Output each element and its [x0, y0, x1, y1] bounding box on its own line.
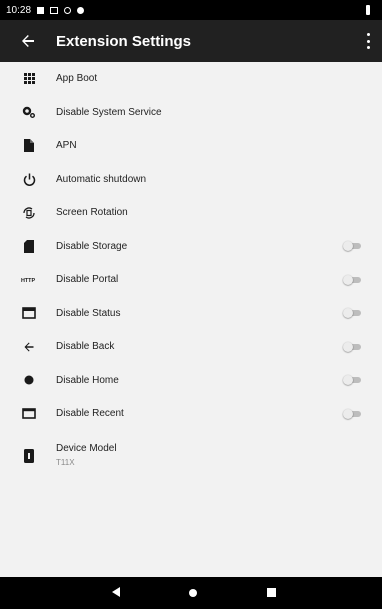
setting-disable-home[interactable]: Disable Home — [0, 364, 382, 398]
sd-card-icon — [21, 238, 37, 254]
setting-label: Screen Rotation — [56, 207, 128, 219]
recent-window-icon — [21, 406, 37, 422]
battery-icon — [366, 5, 370, 15]
settings-list: App Boot Disable System Service APN Auto… — [0, 62, 382, 481]
disable-recent-toggle[interactable] — [343, 408, 361, 419]
nav-home-icon[interactable] — [189, 589, 197, 597]
setting-label: App Boot — [56, 73, 98, 85]
disable-home-toggle[interactable] — [343, 375, 361, 386]
nav-back-icon[interactable] — [112, 587, 120, 597]
status-time: 10:28 — [6, 4, 32, 16]
setting-label: Disable Back — [56, 341, 115, 353]
notification-icon — [50, 6, 59, 14]
device-info-icon — [21, 448, 37, 464]
navigation-bar — [0, 577, 382, 609]
setting-disable-status[interactable]: Disable Status — [0, 297, 382, 331]
disable-storage-toggle[interactable] — [343, 241, 361, 252]
setting-label: Disable Portal — [56, 274, 119, 286]
page-title: Extension Settings — [56, 32, 192, 50]
back-arrow-icon[interactable] — [20, 33, 36, 49]
setting-label: Disable Home — [56, 374, 119, 386]
setting-label: Disable System Service — [56, 106, 162, 118]
app-bar: Extension Settings — [0, 20, 382, 62]
notification-icon — [64, 6, 72, 14]
status-window-icon — [21, 305, 37, 321]
disable-status-toggle[interactable] — [343, 308, 361, 319]
disable-portal-toggle[interactable] — [343, 274, 361, 285]
disable-back-toggle[interactable] — [343, 341, 361, 352]
setting-label: Automatic shutdown — [56, 173, 147, 185]
http-icon: HTTP — [21, 272, 37, 288]
http-icon-text: HTTP — [21, 278, 35, 284]
setting-label: Device Model — [56, 442, 117, 454]
setting-label: Disable Status — [56, 307, 121, 319]
setting-app-boot[interactable]: App Boot — [0, 62, 382, 96]
setting-label: Disable Storage — [56, 240, 128, 252]
setting-disable-recent[interactable]: Disable Recent — [0, 397, 382, 431]
setting-label: Disable Recent — [56, 408, 124, 420]
more-options-icon[interactable] — [366, 33, 370, 49]
setting-disable-portal[interactable]: HTTP Disable Portal — [0, 263, 382, 297]
setting-value: T11X — [56, 457, 75, 467]
setting-apn[interactable]: APN — [0, 129, 382, 163]
screen-rotation-icon — [21, 205, 37, 221]
status-bar: 10:28 — [0, 0, 382, 20]
arrow-left-icon — [21, 339, 37, 355]
setting-disable-back[interactable]: Disable Back — [0, 330, 382, 364]
setting-screen-rotation[interactable]: Screen Rotation — [0, 196, 382, 230]
notification-icon — [37, 6, 45, 14]
nav-recent-icon[interactable] — [267, 588, 276, 597]
setting-automatic-shutdown[interactable]: Automatic shutdown — [0, 163, 382, 197]
apps-grid-icon — [21, 71, 37, 87]
setting-disable-storage[interactable]: Disable Storage — [0, 230, 382, 264]
settings-gears-icon — [21, 104, 37, 120]
settings-notification-icon — [77, 6, 85, 14]
home-dot-icon — [21, 372, 37, 388]
setting-disable-system-service[interactable]: Disable System Service — [0, 96, 382, 130]
power-icon — [21, 171, 37, 187]
setting-label: APN — [56, 140, 77, 152]
setting-device-model[interactable]: Device Model T11X — [0, 431, 382, 481]
file-icon — [21, 138, 37, 154]
